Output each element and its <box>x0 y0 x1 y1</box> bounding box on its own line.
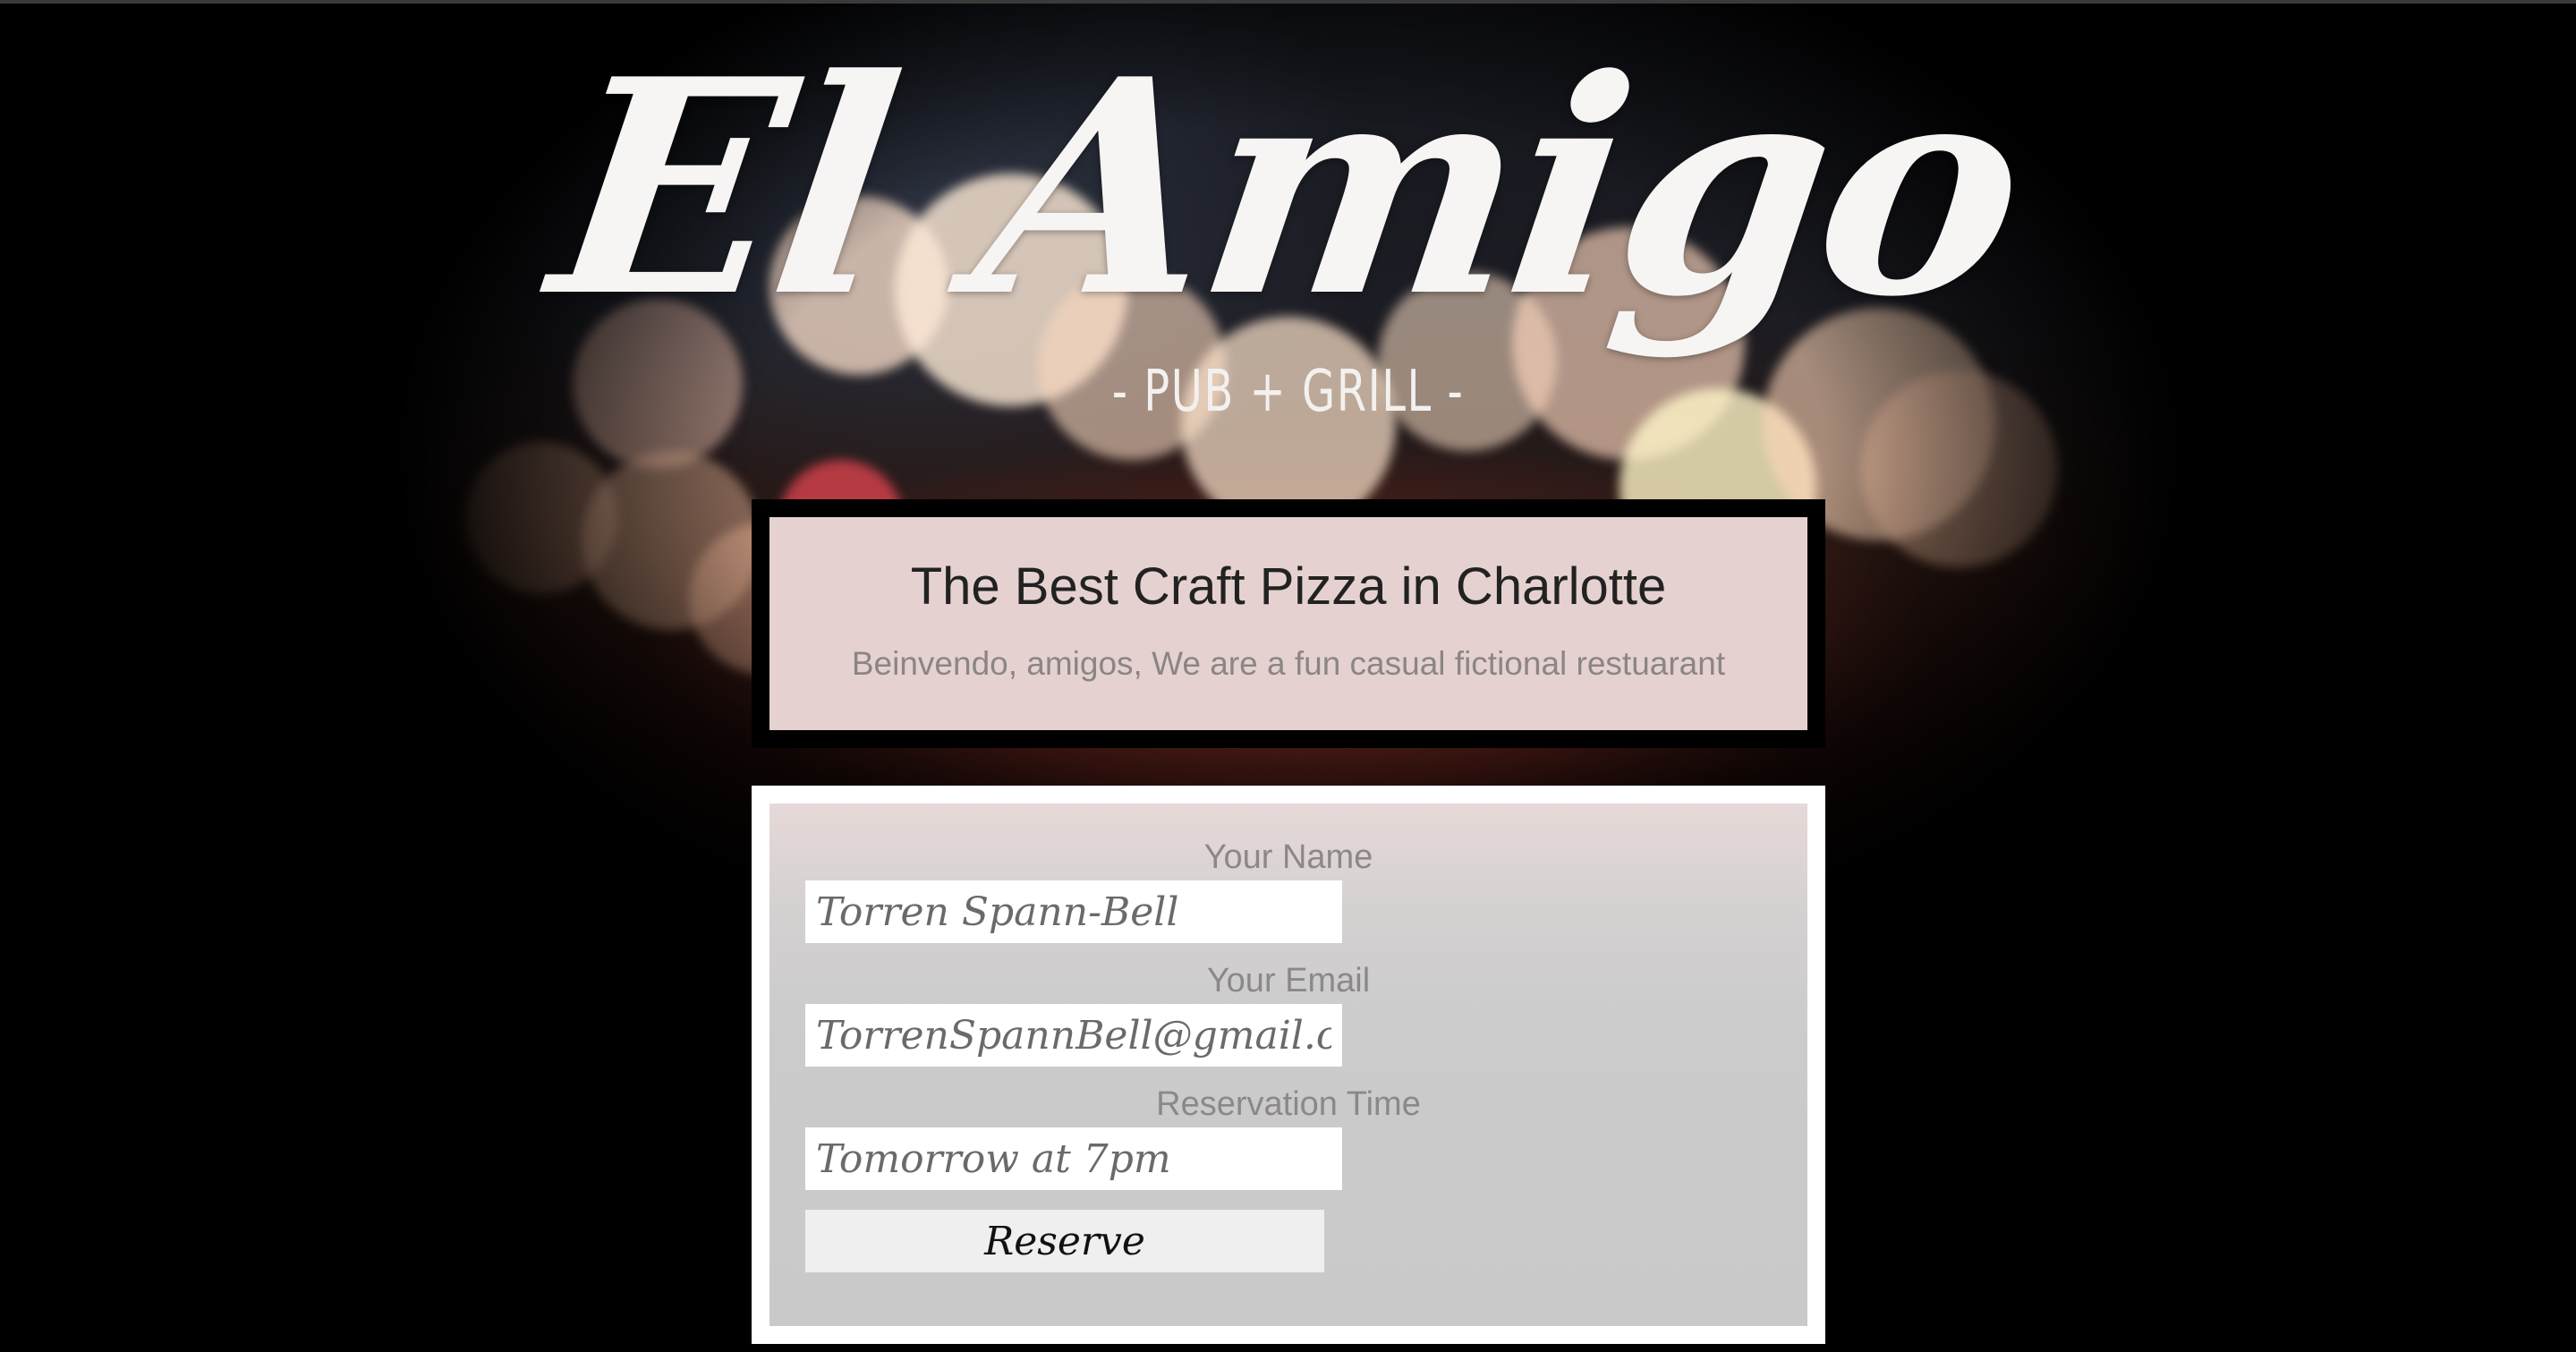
email-label: Your Email <box>1206 962 1371 999</box>
logo: El Amigo - PUB + GRILL - <box>0 14 2576 447</box>
email-input[interactable] <box>805 1004 1342 1067</box>
name-label: Your Name <box>1203 838 1373 876</box>
intro-tagline: Beinvendo, amigos, We are a fun casual f… <box>851 645 1726 682</box>
logo-title: El Amigo <box>536 14 2040 361</box>
intro-panel: The Best Craft Pizza in Charlotte Beinve… <box>769 517 1807 730</box>
reserve-button[interactable]: Reserve <box>805 1210 1324 1272</box>
name-input[interactable] <box>805 880 1342 943</box>
intro-heading: The Best Craft Pizza in Charlotte <box>910 557 1667 616</box>
reservation-form: Your Name Your Email Reservation Time Re… <box>769 804 1807 1326</box>
reservation-card: Your Name Your Email Reservation Time Re… <box>752 786 1825 1344</box>
page: El Amigo - PUB + GRILL - The Best Craft … <box>0 0 2576 1352</box>
logo-subtitle: - PUB + GRILL - <box>1111 359 1465 425</box>
reservation-time-label: Reservation Time <box>1156 1085 1421 1123</box>
intro-card: The Best Craft Pizza in Charlotte Beinve… <box>752 499 1825 748</box>
reservation-time-input[interactable] <box>805 1127 1342 1190</box>
